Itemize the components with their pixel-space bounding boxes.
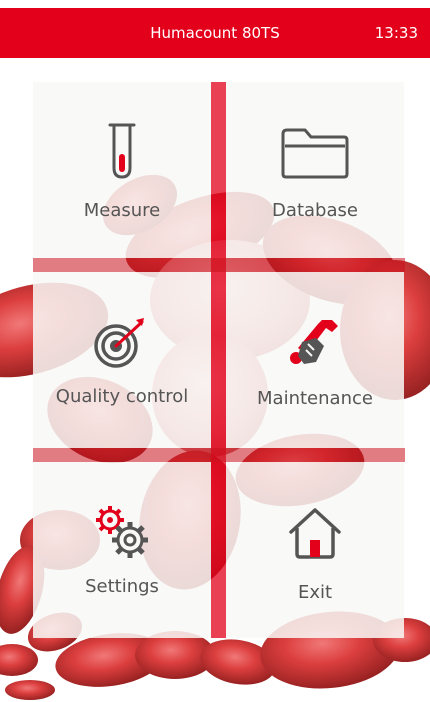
measure-label: Measure <box>83 200 161 221</box>
gears-icon <box>96 506 148 558</box>
database-label: Database <box>272 200 358 221</box>
settings-label: Settings <box>85 576 159 597</box>
exit-tile[interactable]: Exit <box>226 462 404 638</box>
clock: 13:33 <box>374 24 418 42</box>
exit-label: Exit <box>297 582 333 603</box>
test-tube-icon <box>108 123 136 179</box>
measure-tile[interactable]: Measure <box>33 82 211 258</box>
quality-control-tile[interactable]: Quality control <box>33 272 211 448</box>
app-title: Humacount 80TS <box>150 24 280 42</box>
target-icon <box>94 318 144 368</box>
wrench-hand-icon <box>290 320 338 364</box>
quality-control-label: Quality control <box>55 386 189 407</box>
settings-tile[interactable]: Settings <box>33 462 211 638</box>
folder-icon <box>281 128 349 179</box>
maintenance-tile[interactable]: Maintenance <box>226 272 404 448</box>
home-icon <box>289 508 341 559</box>
top-bar: Humacount 80TS 13:33 <box>0 8 430 58</box>
maintenance-label: Maintenance <box>257 388 373 409</box>
database-tile[interactable]: Database <box>226 82 404 258</box>
